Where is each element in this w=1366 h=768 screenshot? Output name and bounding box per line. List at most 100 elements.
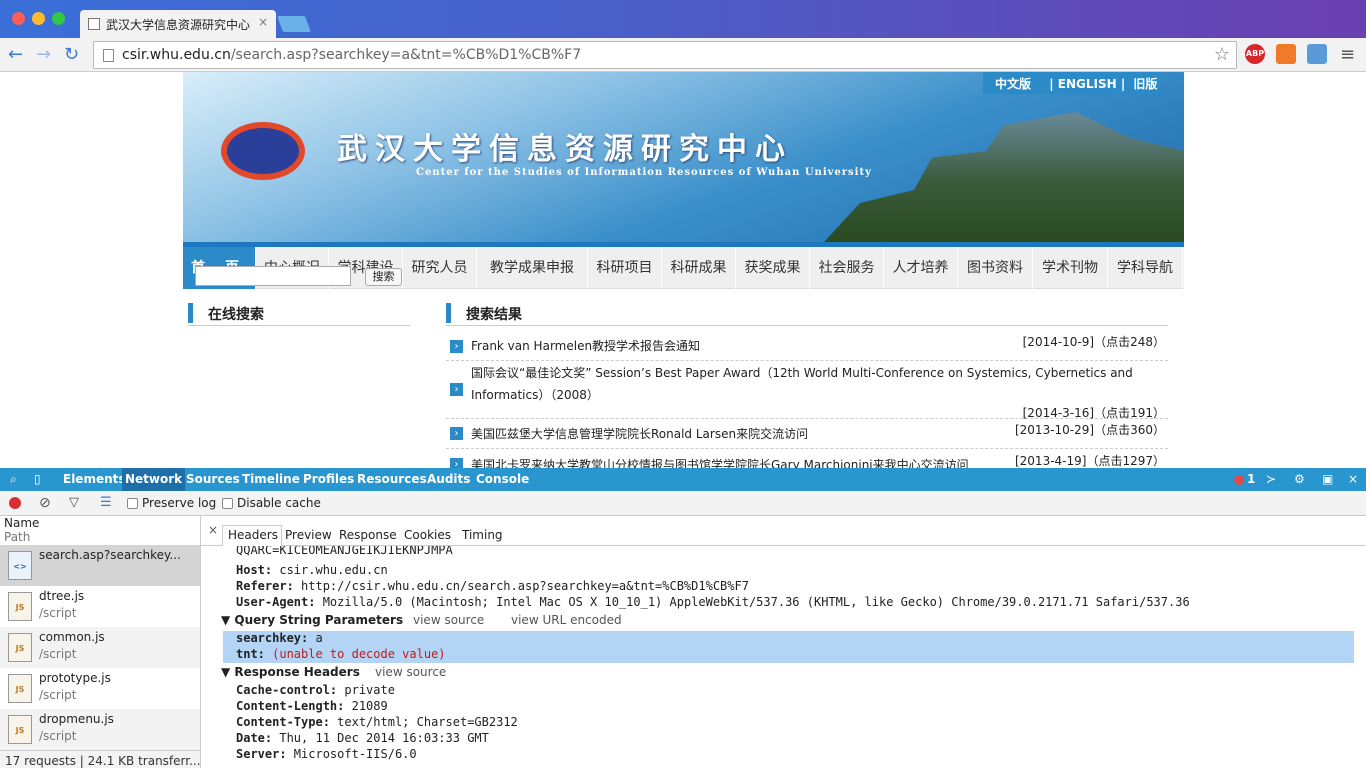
dock-icon[interactable]: ▣: [1322, 472, 1333, 486]
details-subtabs: × Headers Preview Response Cookies Timin…: [201, 516, 1366, 546]
header-key: Date:: [236, 731, 273, 745]
query-param-line[interactable]: tnt: (unable to decode value): [236, 647, 446, 661]
header-value: csir.whu.edu.cn: [272, 563, 388, 577]
header-key: Content-Length:: [236, 699, 345, 713]
record-icon[interactable]: [9, 497, 21, 509]
lang-old-link[interactable]: 旧版: [1133, 77, 1157, 91]
zoom-window-button[interactable]: [52, 12, 65, 25]
request-row[interactable]: JS common.js /script: [0, 627, 200, 668]
view-list-icon[interactable]: ☰: [100, 495, 112, 510]
nav-teaching[interactable]: 教学成果申报: [477, 247, 588, 289]
header-value: Microsoft-IIS/6.0: [286, 747, 417, 761]
site-banner: 武汉大学信息资源研究中心 Center for the Studies of I…: [183, 72, 1184, 242]
minimize-window-button[interactable]: [32, 12, 45, 25]
browser-tab[interactable]: 武汉大学信息资源研究中心 ×: [80, 10, 276, 38]
subtab-response[interactable]: Response: [339, 528, 397, 542]
search-button[interactable]: 搜索: [365, 268, 402, 286]
response-headers-section-toggle[interactable]: ▼ Response Headers: [221, 665, 360, 679]
adblock-plus-icon[interactable]: ABP: [1245, 44, 1265, 64]
devtools-close-icon[interactable]: ×: [1348, 472, 1358, 486]
bookmark-star-icon[interactable]: ☆: [1214, 44, 1230, 65]
disable-cache-checkbox[interactable]: [222, 498, 233, 509]
details-close-icon[interactable]: ×: [208, 523, 218, 537]
device-mode-icon[interactable]: ▯: [34, 472, 41, 486]
tab-console[interactable]: Console: [476, 472, 529, 486]
filter-icon[interactable]: ▽: [69, 495, 79, 510]
result-date: [2014-10-9]（点击248）: [1022, 335, 1165, 349]
tab-network[interactable]: Network: [122, 468, 186, 491]
search-input[interactable]: [195, 266, 351, 286]
close-window-button[interactable]: [12, 12, 25, 25]
request-name: search.asp?searchkey...: [39, 548, 181, 562]
request-list: Name Path <> search.asp?searchkey... JS …: [0, 516, 201, 768]
new-tab-button[interactable]: [277, 16, 311, 32]
lang-en-link[interactable]: | ENGLISH |: [1049, 77, 1125, 91]
extension-icon[interactable]: [1276, 44, 1296, 64]
menu-icon[interactable]: ≡: [1340, 44, 1355, 65]
query-params-section-toggle[interactable]: ▼ Query String Parameters: [221, 613, 403, 627]
devtools-tabbar: ⌕ ▯ Elements Network Sources Timeline Pr…: [0, 468, 1366, 491]
result-title[interactable]: Frank van Harmelen教授学术报告会通知: [471, 335, 700, 357]
banner-title-cn: 武汉大学信息资源研究中心: [337, 132, 793, 167]
col-name-header[interactable]: Name: [4, 516, 39, 530]
tab-profiles[interactable]: Profiles: [303, 472, 354, 486]
header-key: Cache-control:: [236, 683, 338, 697]
js-file-icon: JS: [8, 715, 32, 744]
clear-icon[interactable]: ⊘: [39, 495, 51, 511]
request-row[interactable]: <> search.asp?searchkey...: [0, 545, 200, 586]
query-param-line[interactable]: searchkey: a: [236, 631, 323, 645]
url-host: csir.whu.edu.cn: [122, 47, 231, 63]
console-drawer-icon[interactable]: ≻: [1266, 472, 1276, 486]
error-count[interactable]: 1: [1247, 472, 1255, 486]
header-value: 21089: [344, 699, 388, 713]
nav-awards[interactable]: 获奖成果: [736, 247, 810, 289]
nav-talent[interactable]: 人才培养: [884, 247, 958, 289]
js-file-icon: JS: [8, 633, 32, 662]
result-title[interactable]: 美国北卡罗来纳大学教堂山分校情报与图书馆学学院院长Gary Marchionin…: [471, 454, 969, 468]
tab-timeline[interactable]: Timeline: [242, 472, 300, 486]
inspect-icon[interactable]: ⌕: [10, 472, 17, 487]
tab-close-icon[interactable]: ×: [258, 15, 268, 29]
nav-researchers[interactable]: 研究人员: [403, 247, 477, 289]
nav-library[interactable]: 图书资料: [958, 247, 1033, 289]
request-row[interactable]: JS prototype.js /script: [0, 668, 200, 709]
subtab-timing[interactable]: Timing: [462, 528, 503, 542]
reload-icon[interactable]: ↻: [64, 44, 79, 65]
search-heading: 在线搜索: [188, 302, 410, 326]
tab-sources[interactable]: Sources: [186, 472, 240, 486]
arrow-icon: ›: [450, 458, 463, 468]
view-url-encoded-link[interactable]: view URL encoded: [511, 613, 622, 627]
back-icon[interactable]: ←: [8, 44, 23, 65]
request-name: dtree.js: [39, 589, 85, 603]
param-key: tnt:: [236, 647, 265, 661]
preserve-log-checkbox[interactable]: [127, 498, 138, 509]
lang-cn-link[interactable]: 中文版: [995, 77, 1031, 91]
nav-services[interactable]: 社会服务: [810, 247, 884, 289]
subtab-cookies[interactable]: Cookies: [404, 528, 451, 542]
request-name: common.js: [39, 630, 105, 644]
subtab-preview[interactable]: Preview: [285, 528, 332, 542]
result-title[interactable]: 美国匹兹堡大学信息管理学院院长Ronald Larsen来院交流访问: [471, 423, 808, 445]
address-bar[interactable]: csir.whu.edu.cn/search.asp?searchkey=a&t…: [93, 41, 1237, 69]
nav-achievements[interactable]: 科研成果: [662, 247, 736, 289]
tab-elements[interactable]: Elements: [63, 472, 126, 486]
header-key: Referer:: [236, 579, 294, 593]
view-source-link[interactable]: view source: [375, 665, 446, 679]
header-line: Content-Length: 21089: [236, 699, 388, 713]
view-source-link[interactable]: view source: [413, 613, 484, 627]
request-row[interactable]: JS dropmenu.js /script: [0, 709, 200, 750]
tab-resources[interactable]: Resources: [357, 472, 427, 486]
settings-gear-icon[interactable]: ⚙: [1294, 472, 1305, 486]
js-file-icon: JS: [8, 674, 32, 703]
forward-icon[interactable]: →: [36, 44, 51, 65]
result-date: [2013-4-19]（点击1297）: [1014, 454, 1165, 468]
tab-audits[interactable]: Audits: [427, 472, 470, 486]
nav-projects[interactable]: 科研项目: [588, 247, 662, 289]
result-title[interactable]: 国际会议“最佳论文奖” Session’s Best Paper Award（1…: [471, 362, 1141, 406]
request-row[interactable]: JS dtree.js /script: [0, 586, 200, 627]
camera-icon[interactable]: [1307, 44, 1327, 64]
nav-journals[interactable]: 学术刊物: [1033, 247, 1108, 289]
subtab-headers[interactable]: Headers: [222, 525, 282, 546]
arrow-icon: ›: [450, 340, 463, 353]
nav-guide[interactable]: 学科导航: [1108, 247, 1183, 289]
